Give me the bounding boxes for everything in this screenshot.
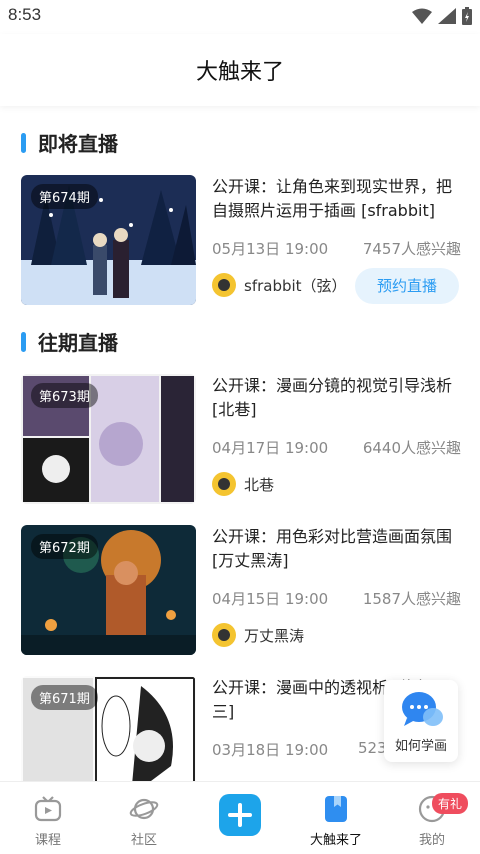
interest-count: 1587人感兴趣 (362, 590, 461, 608)
signal-icon (438, 8, 456, 24)
status-time: 8:53 (8, 5, 42, 24)
app-header: 大触来了 (0, 34, 480, 106)
episode-badge: 第673期 (31, 383, 98, 408)
course-title: 公开课：漫画分镜的视觉引导浅析 [北巷] (212, 376, 453, 419)
nav-label: 大触来了 (309, 833, 362, 848)
bookmark-icon (325, 796, 347, 822)
status-icons (412, 7, 472, 25)
nav-item-mine[interactable]: 我的 (384, 782, 480, 854)
course-title: 公开课：用色彩对比营造画面氛围 [万丈黑涛] (212, 527, 453, 570)
gift-badge: 有礼 (432, 793, 469, 814)
avatar (212, 623, 236, 647)
wifi-icon (412, 8, 432, 24)
planet-icon (129, 798, 159, 820)
interest-count: 6440人感兴趣 (362, 439, 461, 457)
section-past: 往期直播 (21, 327, 118, 356)
episode-badge: 第671期 (31, 685, 98, 710)
avatar (212, 472, 236, 496)
create-plus-button[interactable] (219, 794, 261, 836)
chat-bubble-icon (402, 692, 443, 726)
section-upcoming: 即将直播 (21, 128, 118, 157)
teacher-name: sfrabbit（弦） (244, 276, 347, 295)
nav-label: 课程 (34, 833, 61, 848)
page-title: 大触来了 (195, 60, 284, 85)
course-thumbnail: 第672期 (21, 525, 196, 655)
section-accent-bar (21, 132, 26, 153)
reserve-live-button[interactable]: 预约直播 (355, 268, 459, 304)
tv-icon (34, 796, 62, 822)
nav-item-courses[interactable]: 课程 (0, 782, 96, 854)
course-date: 04月17日 19:00 (212, 439, 329, 457)
section-title: 往期直播 (38, 331, 118, 355)
course-date: 05月13日 19:00 (212, 240, 329, 258)
course-title: 公开课：让角色来到现实世界，把自摄照片运用于插画 [sfrabbit] (212, 177, 453, 220)
plus-icon (228, 803, 252, 827)
float-help-label: 如何学画 (394, 739, 447, 754)
nav-label: 我的 (418, 833, 445, 848)
course-card[interactable]: 第673期 公开课：漫画分镜的视觉引导浅析 [北巷] 04月17日 19:00 … (21, 374, 461, 506)
teacher-info: sfrabbit（弦） (212, 273, 347, 297)
teacher-info: 北巷 (212, 472, 274, 496)
course-date: 03月18日 19:00 (212, 741, 329, 759)
episode-badge: 第674期 (31, 184, 98, 209)
interest-count: 523 (358, 739, 387, 757)
nav-item-community[interactable]: 社区 (96, 782, 192, 854)
teacher-info: 万丈黑涛 (212, 623, 304, 647)
status-bar: 8:53 (0, 0, 480, 34)
section-accent-bar (21, 331, 26, 352)
teacher-name: 万丈黑涛 (244, 626, 305, 645)
episode-badge: 第672期 (31, 534, 98, 559)
course-thumbnail: 第673期 (21, 374, 196, 504)
course-card[interactable]: 第674期 公开课：让角色来到现实世界，把自摄照片运用于插画 [sfrabbit… (21, 175, 461, 307)
teacher-name: 北巷 (244, 475, 275, 494)
course-thumbnail: 第674期 (21, 175, 196, 305)
how-to-draw-float-button[interactable]: 如何学画 (384, 680, 458, 762)
nav-label: 社区 (130, 833, 157, 848)
avatar (212, 273, 236, 297)
interest-count: 7457人感兴趣 (362, 240, 461, 258)
nav-item-dachu[interactable]: 大触来了 (288, 782, 384, 854)
section-title: 即将直播 (38, 132, 118, 156)
course-date: 04月15日 19:00 (212, 590, 329, 608)
course-card[interactable]: 第672期 公开课：用色彩对比营造画面氛围 [万丈黑涛] 04月15日 19:0… (21, 525, 461, 657)
battery-icon (462, 7, 472, 25)
